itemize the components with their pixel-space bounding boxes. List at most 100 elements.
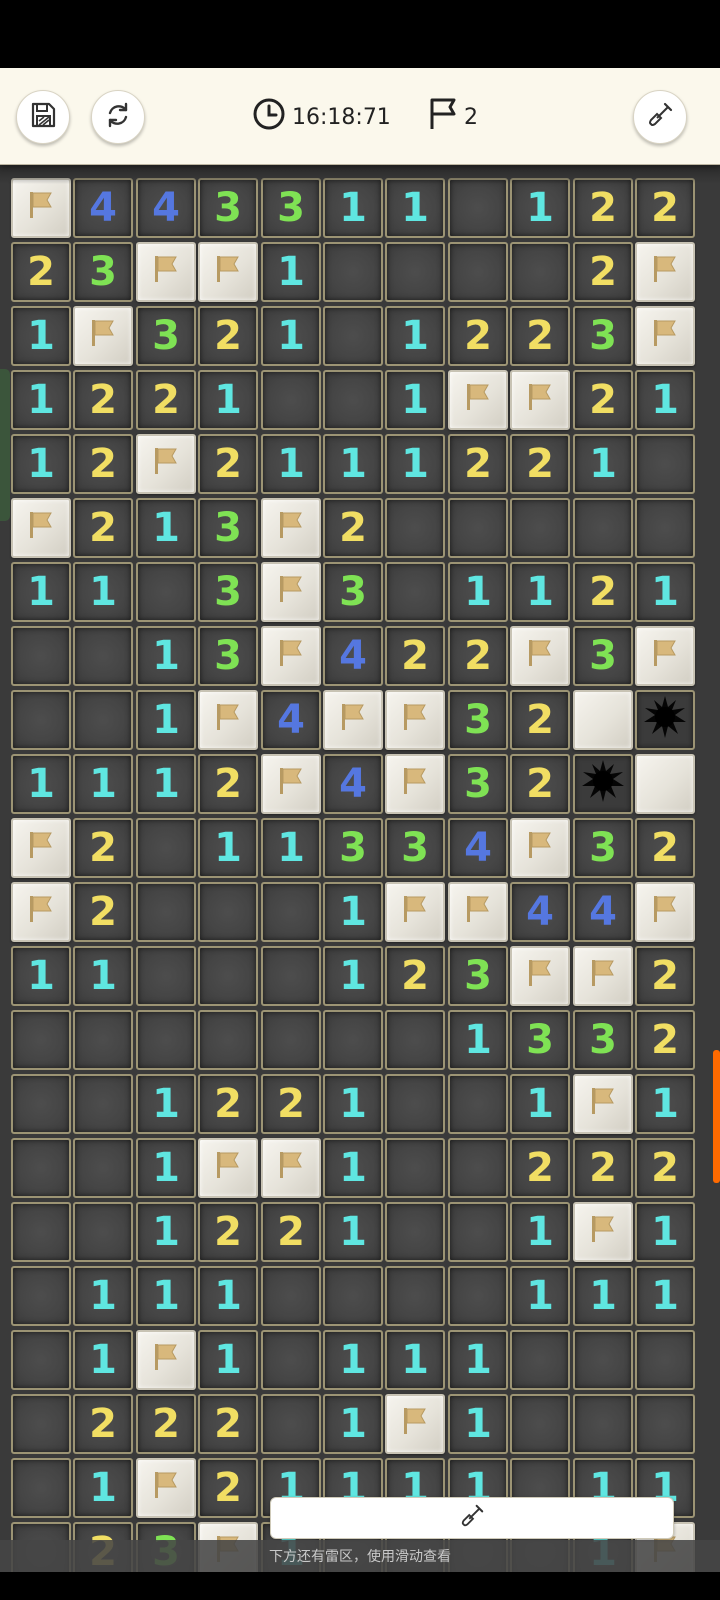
number-cell[interactable]: 1	[323, 1394, 383, 1454]
empty-cell[interactable]	[385, 1266, 445, 1326]
number-cell[interactable]: 1	[385, 370, 445, 430]
number-cell[interactable]: 2	[635, 946, 695, 1006]
number-cell[interactable]: 1	[136, 1202, 196, 1262]
empty-cell[interactable]	[11, 626, 71, 686]
number-cell[interactable]: 2	[261, 1202, 321, 1262]
side-drawer-handle[interactable]	[0, 369, 10, 521]
empty-cell[interactable]	[385, 242, 445, 302]
number-cell[interactable]: 1	[385, 434, 445, 494]
number-cell[interactable]: 3	[573, 818, 633, 878]
number-cell[interactable]: 1	[510, 1202, 570, 1262]
empty-cell[interactable]	[385, 1202, 445, 1262]
empty-cell[interactable]	[261, 946, 321, 1006]
covered-cell[interactable]	[635, 754, 695, 814]
empty-cell[interactable]	[11, 1458, 71, 1518]
empty-cell[interactable]	[73, 1202, 133, 1262]
number-cell[interactable]: 2	[635, 178, 695, 238]
flagged-cell[interactable]	[510, 626, 570, 686]
number-cell[interactable]: 1	[635, 370, 695, 430]
number-cell[interactable]: 1	[635, 562, 695, 622]
number-cell[interactable]: 1	[385, 1330, 445, 1390]
number-cell[interactable]: 1	[385, 306, 445, 366]
flagged-cell[interactable]	[385, 1394, 445, 1454]
number-cell[interactable]: 2	[510, 1138, 570, 1198]
number-cell[interactable]: 1	[323, 1138, 383, 1198]
empty-cell[interactable]	[11, 1010, 71, 1070]
number-cell[interactable]: 1	[448, 1010, 508, 1070]
empty-cell[interactable]	[448, 1074, 508, 1134]
number-cell[interactable]: 1	[11, 754, 71, 814]
number-cell[interactable]: 2	[73, 818, 133, 878]
number-cell[interactable]: 1	[323, 178, 383, 238]
number-cell[interactable]: 4	[73, 178, 133, 238]
flagged-cell[interactable]	[573, 946, 633, 1006]
empty-cell[interactable]	[573, 498, 633, 558]
number-cell[interactable]: 1	[136, 498, 196, 558]
empty-cell[interactable]	[510, 498, 570, 558]
empty-cell[interactable]	[198, 1010, 258, 1070]
number-cell[interactable]: 3	[573, 1010, 633, 1070]
number-cell[interactable]: 1	[323, 882, 383, 942]
number-cell[interactable]: 4	[136, 178, 196, 238]
empty-cell[interactable]	[136, 1010, 196, 1070]
empty-cell[interactable]	[73, 1010, 133, 1070]
number-cell[interactable]: 2	[448, 626, 508, 686]
number-cell[interactable]: 1	[136, 1138, 196, 1198]
number-cell[interactable]: 2	[198, 434, 258, 494]
number-cell[interactable]: 1	[136, 626, 196, 686]
number-cell[interactable]: 1	[136, 754, 196, 814]
flagged-cell[interactable]	[136, 1458, 196, 1518]
number-cell[interactable]: 2	[198, 754, 258, 814]
empty-cell[interactable]	[323, 242, 383, 302]
number-cell[interactable]: 1	[573, 434, 633, 494]
number-cell[interactable]: 2	[573, 1138, 633, 1198]
flagged-cell[interactable]	[136, 434, 196, 494]
flagged-cell[interactable]	[510, 946, 570, 1006]
empty-cell[interactable]	[136, 946, 196, 1006]
number-cell[interactable]: 2	[385, 946, 445, 1006]
number-cell[interactable]: 1	[510, 1074, 570, 1134]
number-cell[interactable]: 1	[323, 434, 383, 494]
number-cell[interactable]: 1	[11, 434, 71, 494]
empty-cell[interactable]	[635, 1330, 695, 1390]
number-cell[interactable]: 1	[198, 1330, 258, 1390]
number-cell[interactable]: 1	[573, 1266, 633, 1326]
flagged-cell[interactable]	[11, 818, 71, 878]
empty-cell[interactable]	[261, 1330, 321, 1390]
empty-cell[interactable]	[73, 1138, 133, 1198]
number-cell[interactable]: 1	[73, 1330, 133, 1390]
flagged-cell[interactable]	[385, 882, 445, 942]
number-cell[interactable]: 3	[573, 626, 633, 686]
flagged-cell[interactable]	[635, 882, 695, 942]
empty-cell[interactable]	[323, 370, 383, 430]
number-cell[interactable]: 1	[323, 1202, 383, 1262]
flagged-cell[interactable]	[261, 1138, 321, 1198]
empty-cell[interactable]	[11, 1138, 71, 1198]
number-cell[interactable]: 2	[136, 1394, 196, 1454]
flagged-cell[interactable]	[635, 242, 695, 302]
number-cell[interactable]: 1	[448, 1394, 508, 1454]
flagged-cell[interactable]	[198, 690, 258, 750]
empty-cell[interactable]	[11, 1074, 71, 1134]
dig-action-bar[interactable]	[270, 1497, 674, 1539]
flagged-cell[interactable]	[261, 626, 321, 686]
number-cell[interactable]: 1	[198, 1266, 258, 1326]
empty-cell[interactable]	[11, 690, 71, 750]
number-cell[interactable]: 1	[448, 562, 508, 622]
number-cell[interactable]: 2	[448, 434, 508, 494]
number-cell[interactable]: 3	[323, 818, 383, 878]
empty-cell[interactable]	[510, 242, 570, 302]
scrollbar-thumb[interactable]	[713, 1050, 720, 1183]
flagged-cell[interactable]	[573, 1202, 633, 1262]
empty-cell[interactable]	[136, 818, 196, 878]
empty-cell[interactable]	[510, 1394, 570, 1454]
number-cell[interactable]: 2	[510, 434, 570, 494]
number-cell[interactable]: 3	[385, 818, 445, 878]
number-cell[interactable]: 2	[635, 1010, 695, 1070]
number-cell[interactable]: 1	[11, 946, 71, 1006]
number-cell[interactable]: 1	[635, 1202, 695, 1262]
number-cell[interactable]: 1	[448, 1330, 508, 1390]
empty-cell[interactable]	[448, 498, 508, 558]
flagged-cell[interactable]	[573, 1074, 633, 1134]
number-cell[interactable]: 1	[73, 1458, 133, 1518]
